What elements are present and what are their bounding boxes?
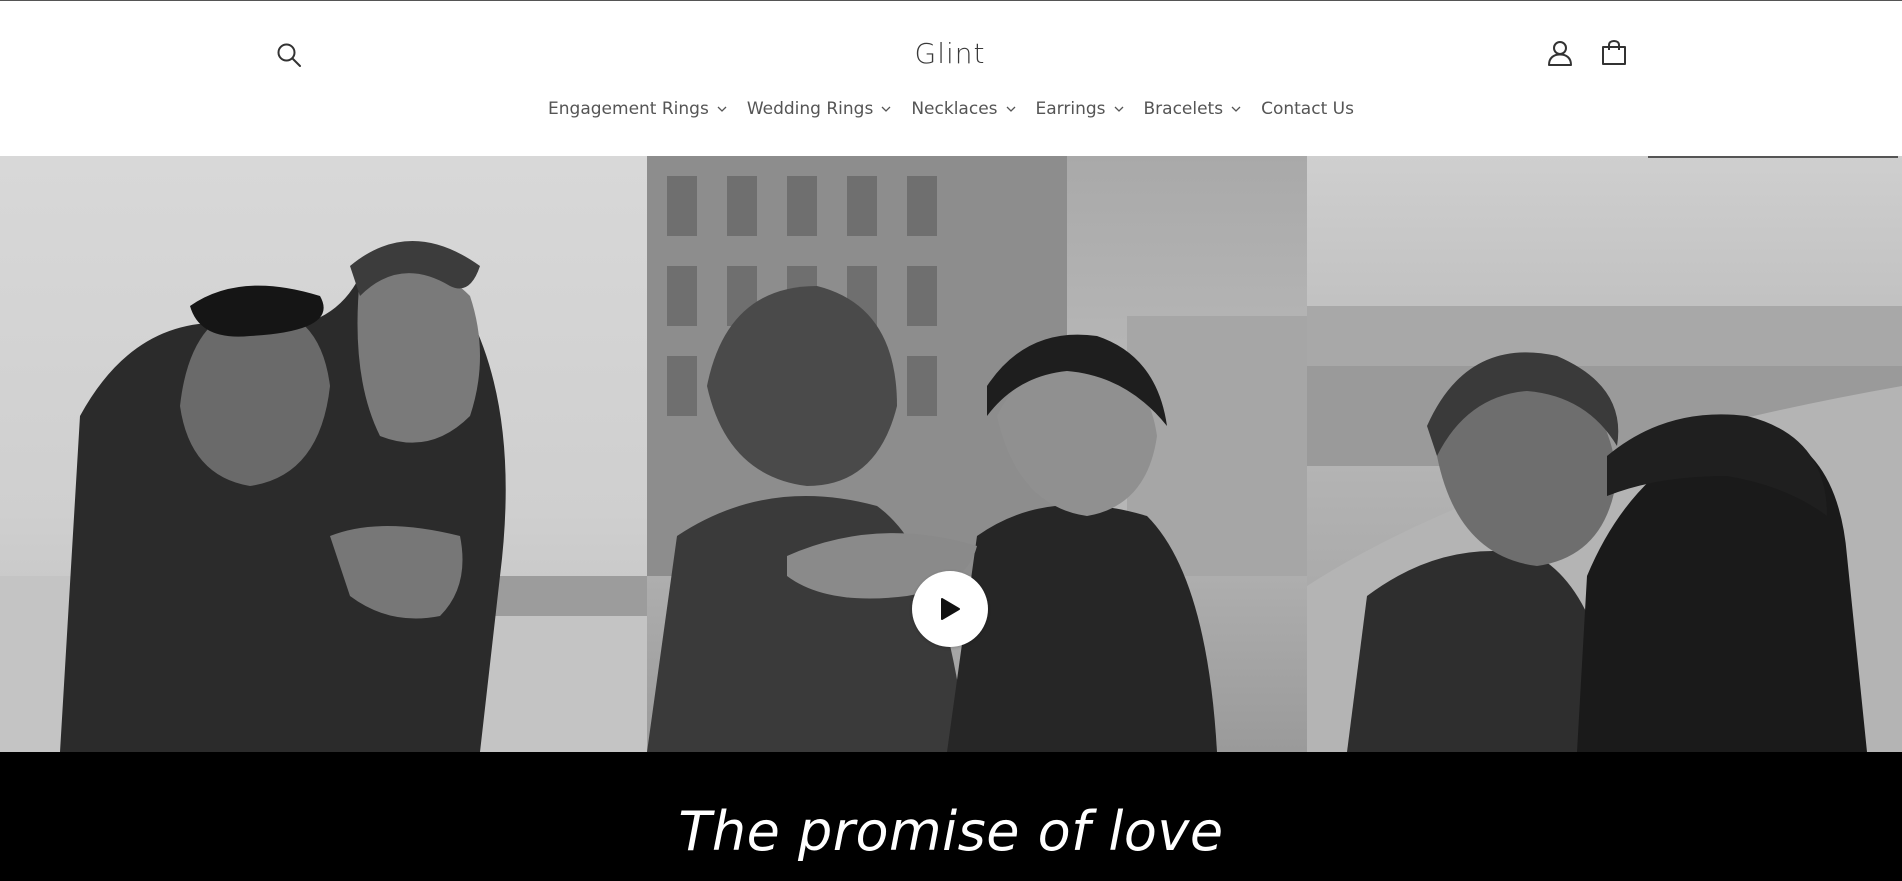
play-video-button[interactable]	[912, 571, 988, 647]
nav-item-label: Wedding Rings	[746, 99, 874, 119]
chevron-down-icon	[717, 104, 727, 114]
hero-image-couple-hug-street	[647, 156, 1307, 752]
promise-banner: The promise of love	[0, 752, 1902, 881]
cart-button[interactable]	[1596, 35, 1632, 71]
chevron-down-icon	[1006, 104, 1016, 114]
nav-item-wedding-rings[interactable]: Wedding Rings	[737, 99, 902, 119]
hero-video[interactable]	[0, 156, 1902, 752]
nav-item-label: Contact Us	[1261, 99, 1354, 119]
site-header: Glint Engagement Rings Wedding Rings Nec…	[0, 1, 1902, 156]
account-button[interactable]	[1542, 35, 1578, 71]
chevron-down-icon	[881, 104, 891, 114]
hero-image-couple-embrace-river	[1307, 156, 1902, 752]
account-icon	[1548, 41, 1572, 66]
play-icon	[941, 598, 960, 620]
site-logo[interactable]: Glint	[850, 37, 1050, 70]
search-icon	[277, 43, 301, 67]
nav-item-engagement-rings[interactable]: Engagement Rings	[538, 99, 737, 119]
nav-item-label: Engagement Rings	[548, 99, 709, 119]
banner-title: The promise of love	[678, 800, 1224, 863]
nav-item-label: Bracelets	[1143, 99, 1224, 119]
nav-item-earrings[interactable]: Earrings	[1026, 99, 1134, 119]
hero-image-couple-piggyback	[0, 156, 647, 752]
main-nav: Engagement Rings Wedding Rings Necklaces…	[0, 99, 1902, 119]
chevron-down-icon	[1231, 104, 1241, 114]
chevron-down-icon	[1114, 104, 1124, 114]
hero-accent-line	[1648, 156, 1898, 158]
nav-item-contact-us[interactable]: Contact Us	[1251, 99, 1364, 119]
search-button[interactable]	[271, 37, 307, 73]
cart-icon	[1602, 40, 1626, 65]
nav-item-label: Necklaces	[911, 99, 998, 119]
nav-item-necklaces[interactable]: Necklaces	[901, 99, 1025, 119]
nav-item-label: Earrings	[1035, 99, 1106, 119]
nav-item-bracelets[interactable]: Bracelets	[1134, 99, 1252, 119]
